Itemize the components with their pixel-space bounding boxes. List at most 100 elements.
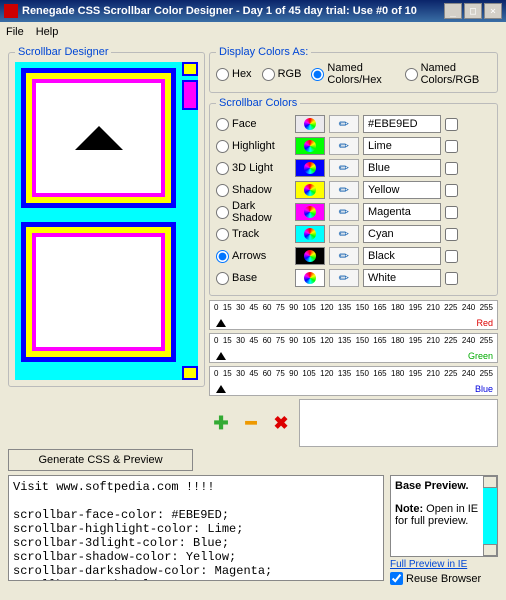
preview-scrollbar[interactable] [483, 476, 497, 556]
arrow-up-icon [75, 126, 123, 150]
color-row: Arrows ✎Black [216, 245, 491, 267]
radio-hex[interactable]: Hex [216, 68, 252, 81]
color-radio[interactable] [216, 228, 229, 241]
radio-named-rgb[interactable]: Named Colors/RGB [405, 62, 491, 86]
color-lock-checkbox[interactable] [445, 250, 458, 263]
color-radio[interactable] [216, 184, 229, 197]
color-radio[interactable] [216, 140, 229, 153]
app-icon [4, 4, 18, 18]
color-row: Base ✎White [216, 267, 491, 289]
menubar: File Help [0, 22, 506, 42]
color-value[interactable]: Magenta [363, 203, 441, 221]
color-value[interactable]: Lime [363, 137, 441, 155]
color-row: Shadow✎Yellow [216, 179, 491, 201]
eyedropper-button[interactable]: ✎ [329, 203, 359, 221]
color-label: Arrows [232, 250, 266, 262]
reuse-browser-label: Reuse Browser [406, 573, 481, 585]
red-slider-label: Red [476, 318, 493, 328]
color-swatch[interactable] [295, 225, 325, 243]
color-value[interactable]: Black [363, 247, 441, 265]
color-row: Track✎Cyan [216, 223, 491, 245]
eyedropper-button[interactable]: ✎ [329, 247, 359, 265]
color-wheel-icon [304, 140, 316, 152]
eyedropper-icon: ✎ [335, 181, 352, 198]
color-radio[interactable] [216, 250, 229, 263]
color-swatch[interactable] [295, 269, 325, 287]
close-button[interactable]: × [484, 3, 502, 19]
color-swatch[interactable] [295, 115, 325, 133]
preview-title: Base Preview. [395, 480, 469, 492]
color-value[interactable]: Blue [363, 159, 441, 177]
color-row: Highlight ✎ Lime [216, 135, 491, 157]
eyedropper-button[interactable]: ✎ [329, 137, 359, 155]
color-label: Highlight [232, 140, 275, 152]
scrollbar-colors-legend: Scrollbar Colors [216, 97, 300, 109]
eyedropper-button[interactable]: ✎ [329, 269, 359, 287]
maximize-button[interactable]: □ [464, 3, 482, 19]
scrollbar-colors-group: Scrollbar Colors Face✎#EBE9EDHighlight✎L… [209, 97, 498, 296]
designer-scrollbar[interactable] [182, 62, 198, 380]
add-icon[interactable]: ✚ [209, 411, 233, 435]
slider-pointer-icon [216, 352, 226, 360]
eyedropper-button[interactable]: ✎ [329, 159, 359, 177]
blue-slider[interactable]: 0153045607590105120135150165180195210225… [209, 366, 498, 396]
slider-pointer-icon [216, 385, 226, 393]
remove-icon[interactable]: ━ [239, 411, 263, 435]
reuse-browser-checkbox[interactable] [390, 572, 403, 585]
color-lock-checkbox[interactable] [445, 118, 458, 131]
eyedropper-button[interactable]: ✎ [329, 225, 359, 243]
color-swatch[interactable] [295, 203, 325, 221]
minimize-button[interactable]: _ [444, 3, 462, 19]
color-wheel-icon [304, 184, 316, 196]
color-swatch[interactable] [295, 247, 325, 265]
color-lock-checkbox[interactable] [445, 206, 458, 219]
color-label: Base [232, 272, 257, 284]
color-radio[interactable] [216, 206, 229, 219]
radio-named-hex[interactable]: Named Colors/Hex [311, 62, 394, 86]
menu-file[interactable]: File [6, 26, 24, 38]
color-lock-checkbox[interactable] [445, 162, 458, 175]
color-radio[interactable] [216, 162, 229, 175]
scrollbar-designer-legend: Scrollbar Designer [15, 46, 111, 58]
eyedropper-button[interactable]: ✎ [329, 115, 359, 133]
radio-rgb[interactable]: RGB [262, 68, 302, 81]
scrollbar-designer-group: Scrollbar Designer [8, 46, 205, 387]
blue-slider-label: Blue [475, 384, 493, 394]
color-radio[interactable] [216, 272, 229, 285]
color-swatch[interactable] [295, 159, 325, 177]
color-lock-checkbox[interactable] [445, 140, 458, 153]
designer-preview [15, 62, 198, 380]
color-value[interactable]: White [363, 269, 441, 287]
preset-list[interactable] [299, 399, 498, 447]
eyedropper-icon: ✎ [335, 225, 352, 242]
css-output[interactable]: Visit www.softpedia.com !!!! scrollbar-f… [8, 475, 384, 581]
color-lock-checkbox[interactable] [445, 184, 458, 197]
color-wheel-icon [304, 228, 316, 240]
color-swatch[interactable] [295, 137, 325, 155]
color-wheel-icon [304, 206, 316, 218]
base-preview: Base Preview. Note: Open in IE for full … [390, 475, 498, 557]
display-colors-legend: Display Colors As: [216, 46, 311, 58]
color-row: 3D Light ✎Blue [216, 157, 491, 179]
color-lock-checkbox[interactable] [445, 228, 458, 241]
full-preview-link[interactable]: Full Preview in IE [390, 559, 498, 570]
color-value[interactable]: Cyan [363, 225, 441, 243]
color-row: Face ✎#EBE9ED [216, 113, 491, 135]
color-label: Face [232, 118, 256, 130]
generate-button[interactable]: Generate CSS & Preview [8, 449, 193, 471]
color-label: 3D Light [232, 162, 273, 174]
color-radio[interactable] [216, 118, 229, 131]
color-wheel-icon [304, 250, 316, 262]
green-slider-label: Green [468, 351, 493, 361]
red-slider[interactable]: 0153045607590105120135150165180195210225… [209, 300, 498, 330]
color-wheel-icon [304, 118, 316, 130]
eyedropper-icon: ✎ [335, 137, 352, 154]
green-slider[interactable]: 0153045607590105120135150165180195210225… [209, 333, 498, 363]
color-lock-checkbox[interactable] [445, 272, 458, 285]
color-value[interactable]: #EBE9ED [363, 115, 441, 133]
color-value[interactable]: Yellow [363, 181, 441, 199]
menu-help[interactable]: Help [36, 26, 59, 38]
eyedropper-button[interactable]: ✎ [329, 181, 359, 199]
delete-icon[interactable]: ✖ [269, 411, 293, 435]
color-swatch[interactable] [295, 181, 325, 199]
